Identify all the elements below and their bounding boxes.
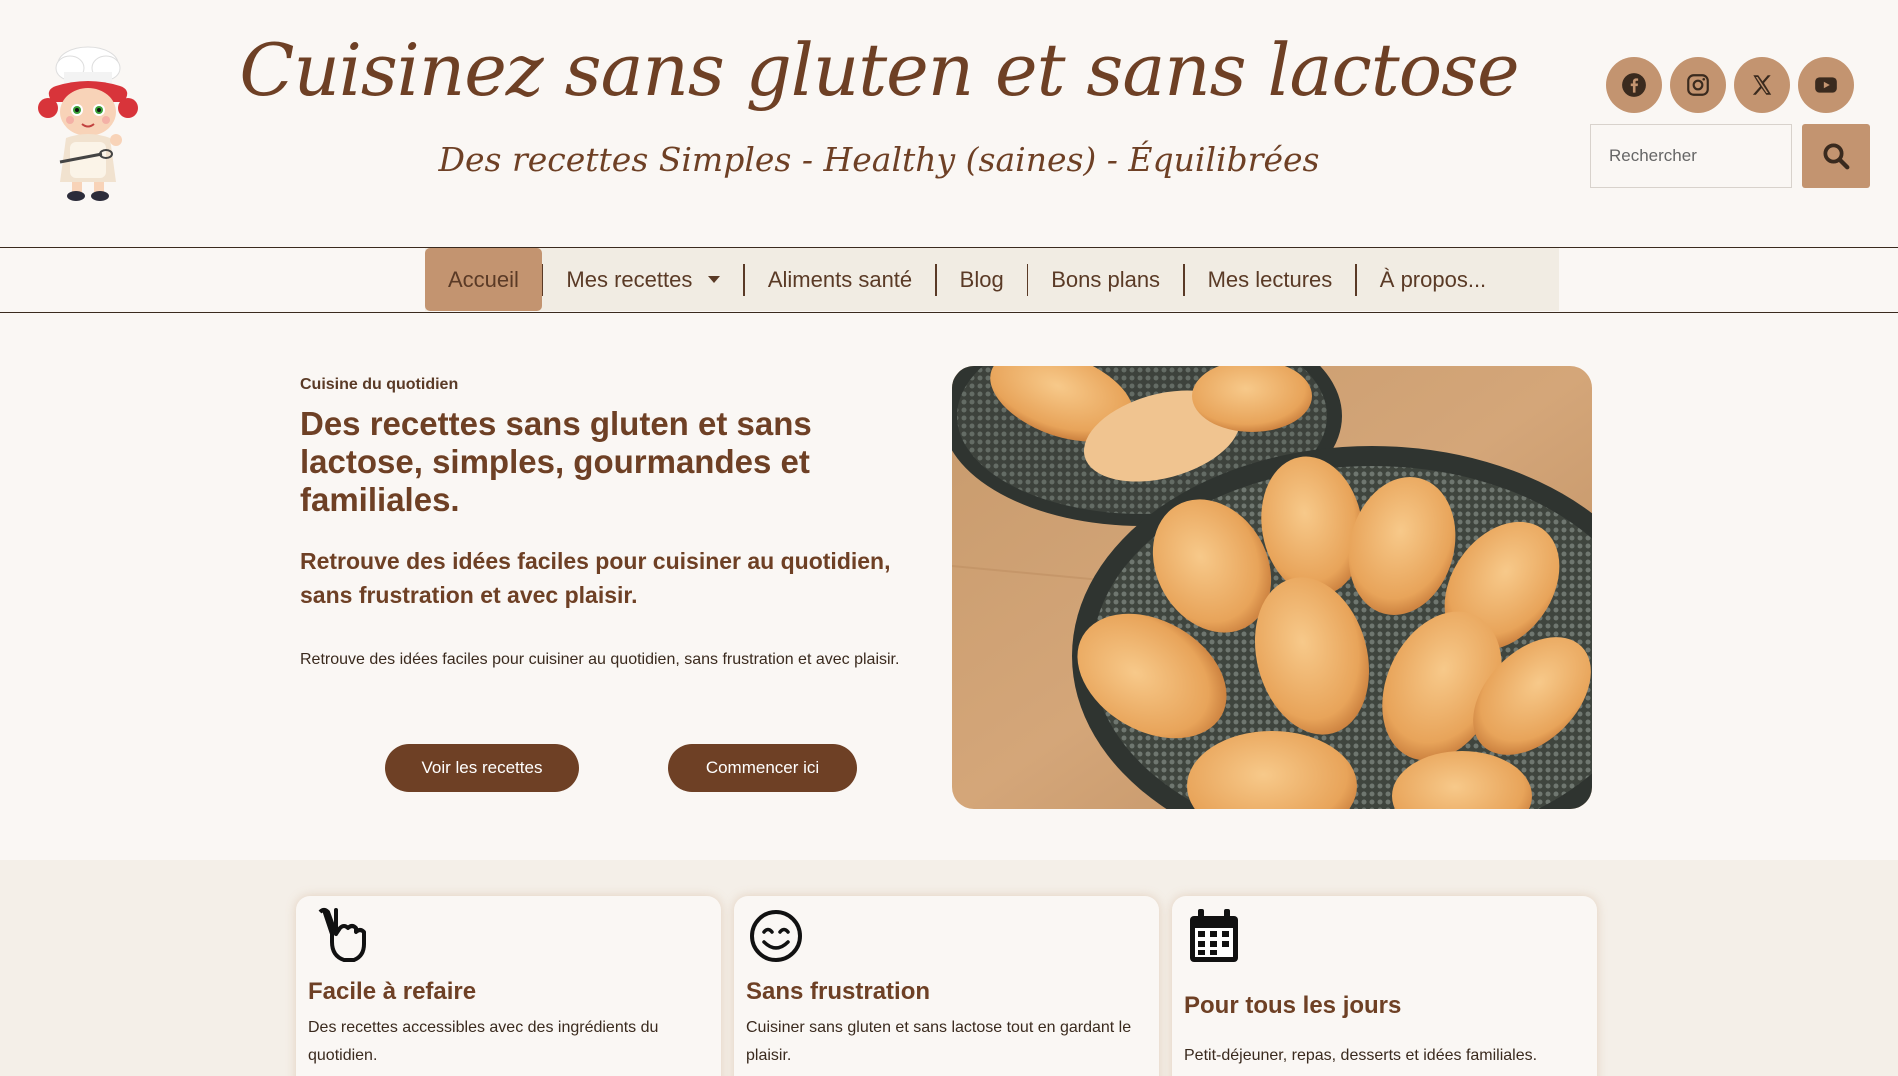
peace-hand-icon	[310, 906, 366, 966]
nav-item-blog[interactable]: Blog	[937, 248, 1027, 311]
nav-item-label: À propos...	[1379, 266, 1487, 292]
search-button[interactable]	[1802, 124, 1870, 188]
feature-card-tous-les-jours: Pour tous les jours Petit-déjeuner, repa…	[1172, 896, 1597, 1076]
start-here-button[interactable]: Commencer ici	[668, 744, 857, 792]
feature-text: Petit-déjeuner, repas, desserts et idées…	[1184, 1047, 1538, 1064]
feature-card-sans-frustration: Sans frustration Cuisiner sans gluten et…	[734, 896, 1159, 1076]
search-input[interactable]	[1591, 125, 1791, 187]
search-field	[1590, 124, 1792, 188]
nav-item-label: Bons plans	[1051, 266, 1161, 292]
nav-item-label: Accueil	[448, 266, 519, 292]
search-icon	[1823, 143, 1850, 170]
madeleines-photo	[952, 366, 1592, 809]
site-tagline: Des recettes Simples - Healthy (saines) …	[438, 140, 1320, 179]
main-nav: Accueil Mes recettes Aliments santé Blog…	[425, 248, 1559, 311]
hero-kicker: Cuisine du quotidien	[300, 376, 459, 393]
x-icon[interactable]	[1734, 57, 1790, 113]
calendar-icon	[1186, 906, 1242, 966]
nav-item-mes-recettes[interactable]: Mes recettes	[543, 248, 743, 311]
instagram-icon[interactable]	[1670, 57, 1726, 113]
nav-item-label: Mes lectures	[1207, 266, 1333, 292]
nav-item-aliments-sante[interactable]: Aliments santé	[745, 248, 935, 311]
hero-subtitle: Retrouve des idées faciles pour cuisiner…	[300, 548, 891, 608]
youtube-icon[interactable]	[1798, 57, 1854, 113]
smile-icon	[748, 906, 804, 966]
nav-item-bons-plans[interactable]: Bons plans	[1028, 248, 1183, 311]
nav-item-label: Blog	[959, 266, 1004, 292]
facebook-icon[interactable]	[1606, 57, 1662, 113]
hero-title: Des recettes sans gluten et sans lactose…	[300, 405, 812, 518]
feature-text: Cuisiner sans gluten et sans lactose tou…	[746, 1019, 1132, 1064]
feature-title: Facile à refaire	[308, 978, 477, 1005]
nav-item-mes-lectures[interactable]: Mes lectures	[1185, 248, 1356, 311]
hero-text: Retrouve des idées faciles pour cuisiner…	[300, 651, 900, 668]
see-recipes-button[interactable]: Voir les recettes	[385, 744, 579, 792]
social-links	[1606, 57, 1854, 113]
nav-item-label: Aliments santé	[767, 266, 913, 292]
feature-title: Pour tous les jours	[1184, 992, 1402, 1019]
main-nav-bar: Accueil Mes recettes Aliments santé Blog…	[0, 247, 1898, 313]
site-title[interactable]: Cuisinez sans gluten et sans lactose	[0, 28, 1758, 112]
feature-text: Des recettes accessibles avec des ingréd…	[308, 1019, 659, 1064]
caret-down-icon	[708, 276, 721, 283]
nav-item-label: Mes recettes	[566, 266, 693, 292]
feature-title: Sans frustration	[746, 978, 931, 1005]
nav-item-accueil[interactable]: Accueil	[425, 248, 542, 311]
feature-card-facile: Facile à refaire Des recettes accessible…	[296, 896, 721, 1076]
nav-item-a-propos[interactable]: À propos...	[1357, 248, 1509, 311]
site-header: Cuisinez sans gluten et sans lactose Des…	[0, 0, 1898, 247]
